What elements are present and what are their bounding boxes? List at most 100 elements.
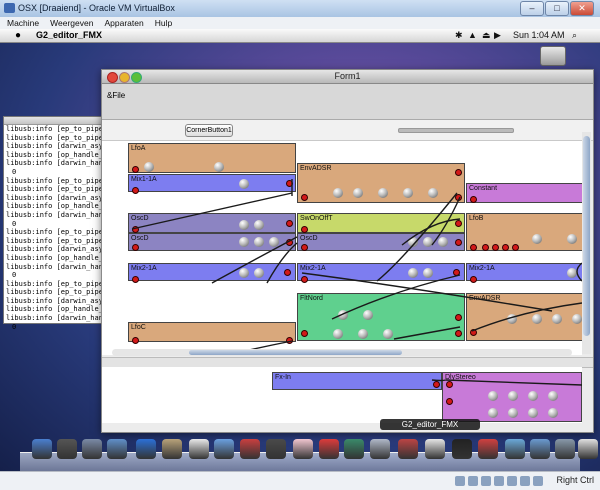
menu-machine[interactable]: Machine — [7, 18, 39, 28]
volume-icon[interactable]: ▶ — [494, 29, 501, 42]
downloads-icon[interactable] — [530, 439, 550, 459]
patch-module[interactable]: OscD — [128, 233, 296, 251]
hdd-status-icon[interactable] — [455, 476, 465, 486]
knob[interactable] — [353, 188, 363, 198]
patch-jack[interactable] — [301, 244, 308, 251]
patch-jack[interactable] — [132, 166, 139, 173]
facetime-icon[interactable] — [136, 439, 156, 459]
knob[interactable] — [423, 268, 433, 278]
folder-icon[interactable] — [505, 439, 525, 459]
knob[interactable] — [532, 314, 542, 324]
network-status-icon[interactable] — [494, 476, 504, 486]
patch-module[interactable]: LfoC — [128, 322, 296, 344]
hard-drive-icon[interactable] — [540, 46, 566, 66]
patch-module[interactable]: Mix1-1A — [128, 174, 296, 194]
patch-module[interactable]: FltNord — [297, 293, 465, 341]
patch-jack[interactable] — [301, 330, 308, 337]
menu-hulp[interactable]: Hulp — [155, 18, 172, 28]
patch-jack[interactable] — [301, 194, 308, 201]
menubar-clock[interactable]: Sun 1:04 AM — [513, 29, 565, 42]
address-book-icon[interactable] — [162, 439, 182, 459]
knob[interactable] — [572, 314, 582, 324]
patch-module[interactable]: Mix2-1A — [128, 263, 296, 283]
patch-jack[interactable] — [286, 337, 293, 344]
knob[interactable] — [528, 391, 538, 401]
knob[interactable] — [507, 314, 517, 324]
itunes-icon[interactable] — [240, 439, 260, 459]
knob[interactable] — [567, 234, 577, 244]
spotlight-icon[interactable]: ⌕ — [572, 29, 577, 42]
patch-canvas[interactable]: LfoA Mix1-1A EnvADSR Constant OscD OscD SwOnOf… — [102, 141, 582, 355]
knob[interactable] — [333, 188, 343, 198]
activity-icon[interactable] — [398, 439, 418, 459]
patch-jack[interactable] — [286, 180, 293, 187]
knob[interactable] — [548, 391, 558, 401]
app-store-icon[interactable] — [344, 439, 364, 459]
knob[interactable] — [403, 188, 413, 198]
horizontal-scrollbar[interactable] — [112, 349, 572, 356]
patch-jack[interactable] — [502, 244, 509, 251]
patch-module[interactable]: Mix2-1A — [466, 263, 582, 283]
knob[interactable] — [438, 237, 448, 247]
knob[interactable] — [239, 220, 249, 230]
knob[interactable] — [358, 329, 368, 339]
wifi-icon[interactable]: ▲ — [468, 29, 477, 42]
menu-weergeven[interactable]: Weergeven — [50, 18, 93, 28]
time-machine-icon[interactable] — [319, 439, 339, 459]
patch-jack[interactable] — [286, 220, 293, 227]
patch-jack[interactable] — [453, 269, 460, 276]
knob[interactable] — [488, 408, 498, 418]
documents-icon[interactable] — [555, 439, 575, 459]
knob[interactable] — [254, 237, 264, 247]
patch-jack[interactable] — [455, 194, 462, 201]
knob[interactable] — [363, 310, 373, 320]
photo-booth-icon[interactable] — [266, 439, 286, 459]
patch-jack[interactable] — [301, 226, 308, 233]
knob[interactable] — [567, 268, 577, 278]
toolbar-slider[interactable] — [398, 128, 514, 133]
vertical-scroll-thumb[interactable] — [583, 136, 590, 336]
patch-jack[interactable] — [455, 330, 462, 337]
knob[interactable] — [239, 179, 249, 189]
knob[interactable] — [254, 268, 264, 278]
patch-jack[interactable] — [284, 269, 291, 276]
preview-icon[interactable] — [214, 439, 234, 459]
patch-jack[interactable] — [455, 169, 462, 176]
knob[interactable] — [428, 188, 438, 198]
patch-module[interactable]: Fx-In — [272, 372, 442, 390]
patch-jack[interactable] — [301, 276, 308, 283]
patch-module[interactable]: Constant — [466, 183, 582, 203]
corner-button[interactable]: CornerButton1 — [185, 124, 233, 137]
fx-patch-canvas[interactable]: Fx-In DlyStereo — [102, 367, 582, 423]
knob[interactable] — [552, 314, 562, 324]
patch-module[interactable]: OscD — [297, 233, 465, 251]
patch-jack[interactable] — [455, 314, 462, 321]
knob[interactable] — [239, 237, 249, 247]
mail-icon[interactable] — [82, 439, 102, 459]
patch-jack[interactable] — [482, 244, 489, 251]
dashboard-icon[interactable] — [57, 439, 77, 459]
cd-status-icon[interactable] — [468, 476, 478, 486]
terminal-icon[interactable] — [452, 439, 472, 459]
patch-module[interactable]: LfoB — [466, 213, 582, 251]
patch-jack[interactable] — [470, 244, 477, 251]
knob[interactable] — [528, 408, 538, 418]
knob[interactable] — [378, 188, 388, 198]
patch-jack[interactable] — [455, 220, 462, 227]
menu-apparaten[interactable]: Apparaten — [104, 18, 143, 28]
patch-jack[interactable] — [470, 196, 477, 203]
knob[interactable] — [548, 408, 558, 418]
mission-control-icon[interactable] — [293, 439, 313, 459]
knob[interactable] — [269, 237, 279, 247]
vertical-scrollbar[interactable] — [582, 132, 591, 354]
knob[interactable] — [338, 310, 348, 320]
app-name-menu[interactable]: G2_editor_FMX — [36, 29, 102, 42]
patch-jack[interactable] — [455, 239, 462, 246]
usb-status-icon[interactable] — [481, 476, 491, 486]
g2-editor-icon[interactable] — [478, 439, 498, 459]
minimize-button[interactable]: – — [520, 1, 544, 16]
apple-menu-icon[interactable]: ● — [15, 29, 21, 42]
knob[interactable] — [383, 329, 393, 339]
patch-jack[interactable] — [470, 276, 477, 283]
menu-file[interactable]: &File — [107, 91, 125, 100]
